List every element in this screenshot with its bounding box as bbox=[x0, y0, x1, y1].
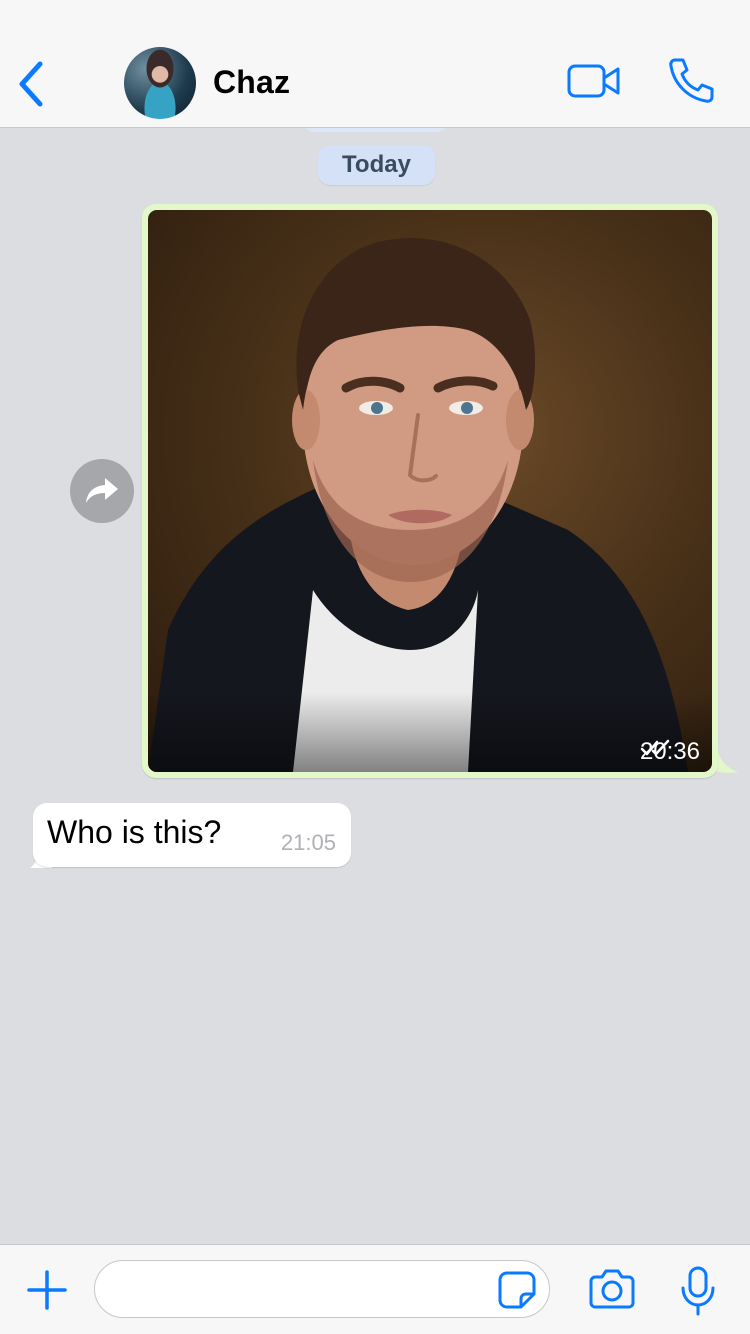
outgoing-image-message[interactable]: 20:36 bbox=[142, 204, 718, 778]
voice-call-button[interactable] bbox=[666, 56, 716, 104]
microphone-icon bbox=[681, 1266, 715, 1316]
plus-icon bbox=[27, 1270, 67, 1310]
message-time: 21:05 bbox=[280, 830, 336, 855]
incoming-text-message[interactable]: Who is this? 21:05 bbox=[33, 803, 351, 867]
share-arrow-icon bbox=[86, 478, 118, 503]
camera-button[interactable] bbox=[589, 1267, 635, 1309]
contact-avatar[interactable] bbox=[124, 47, 196, 119]
photo-gradient-overlay bbox=[148, 692, 712, 772]
contact-name[interactable]: Chaz bbox=[213, 64, 290, 101]
back-button[interactable] bbox=[12, 58, 52, 110]
chat-area[interactable]: Today 20:36 Who is this? 21:05 bbox=[0, 128, 750, 1244]
image-message-meta: 20:36 bbox=[640, 738, 700, 766]
chat-header: Chaz bbox=[0, 0, 750, 128]
video-call-button[interactable] bbox=[566, 62, 622, 100]
phone-icon bbox=[669, 58, 714, 103]
sticker-button[interactable] bbox=[497, 1270, 537, 1310]
previous-date-pill bbox=[304, 128, 447, 132]
forward-button[interactable] bbox=[70, 459, 134, 523]
portrait-illustration bbox=[148, 238, 688, 772]
sticker-icon bbox=[498, 1271, 536, 1309]
camera-icon bbox=[589, 1269, 635, 1309]
message-input[interactable] bbox=[94, 1260, 550, 1318]
date-separator: Today bbox=[318, 145, 435, 185]
video-camera-icon bbox=[567, 64, 620, 98]
message-composer bbox=[0, 1244, 750, 1334]
chevron-left-icon bbox=[19, 61, 43, 107]
shared-photo[interactable]: 20:36 bbox=[148, 210, 712, 772]
message-text: Who is this? bbox=[47, 814, 222, 850]
voice-message-button[interactable] bbox=[680, 1265, 716, 1317]
double-check-icon bbox=[640, 739, 670, 756]
attach-button[interactable] bbox=[26, 1269, 68, 1311]
